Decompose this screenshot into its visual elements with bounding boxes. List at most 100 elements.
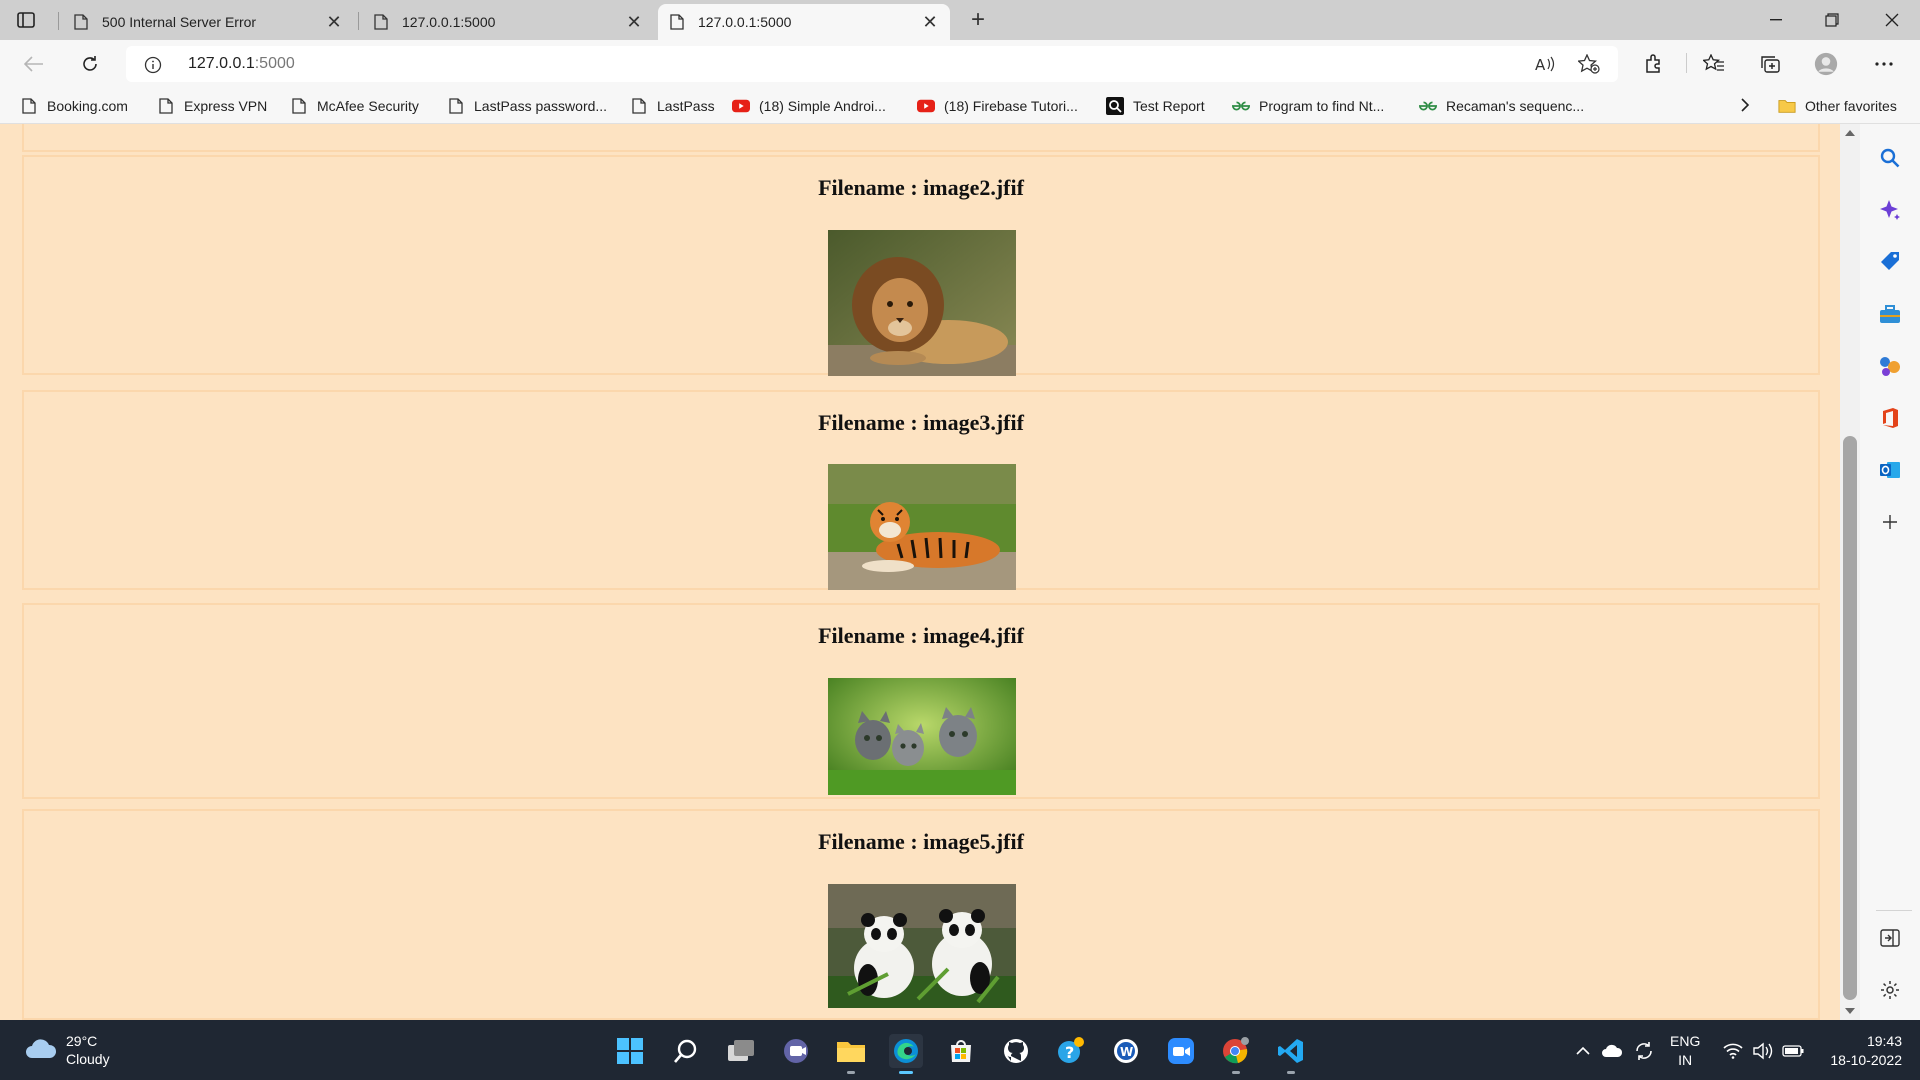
bookmark-booking[interactable]: Booking.com (20, 96, 128, 116)
tab-1[interactable]: 127.0.0.1:5000 ✕ (362, 4, 654, 40)
bookmark-lastpass-password[interactable]: LastPass password... (447, 96, 607, 116)
filename-heading: Filename : image2.jfif (818, 175, 1024, 200)
site-info-icon[interactable] (144, 56, 162, 74)
lion-image (828, 230, 1016, 376)
bookmark-label: Recaman's sequenc... (1446, 98, 1585, 114)
tools-briefcase-icon[interactable] (1878, 302, 1902, 326)
bookmark-label: Test Report (1133, 98, 1205, 114)
scroll-down-arrow[interactable] (1845, 1008, 1855, 1014)
previous-card (22, 124, 1820, 152)
hide-sidebar-icon[interactable] (1878, 926, 1902, 950)
tab-2[interactable]: 127.0.0.1:5000 ✕ (658, 4, 950, 40)
tiger-image (828, 464, 1016, 590)
favorites-icon[interactable] (1702, 52, 1726, 76)
word-app-icon[interactable]: W (1109, 1034, 1143, 1068)
battery-icon[interactable] (1782, 1040, 1804, 1062)
add-icon[interactable] (1878, 510, 1902, 534)
help-app-icon[interactable]: ? (1054, 1034, 1088, 1068)
games-icon[interactable] (1878, 354, 1902, 378)
minimize-icon[interactable] (1748, 0, 1804, 40)
office-icon[interactable] (1878, 406, 1902, 430)
language-code: ENG (1670, 1033, 1701, 1049)
page-icon (670, 14, 686, 30)
chevron-right-icon[interactable] (1735, 95, 1755, 115)
bookmark-recaman[interactable]: Recaman's sequenc... (1419, 96, 1584, 116)
other-favorites[interactable]: Other favorites (1778, 96, 1897, 116)
bookmark-label: (18) Firebase Tutori... (944, 98, 1078, 114)
scrollbar-thumb[interactable] (1843, 436, 1857, 1000)
extensions-icon[interactable] (1642, 52, 1666, 76)
bookmark-test-report[interactable]: Test Report (1106, 96, 1205, 116)
refresh-icon[interactable] (74, 48, 106, 80)
url-host: 127.0.0.1 (188, 55, 255, 72)
page-icon (374, 14, 390, 30)
image-card: Filename : image2.jfif (22, 155, 1820, 376)
settings-gear-icon[interactable] (1878, 978, 1902, 1002)
svg-text:A: A (1535, 56, 1546, 73)
wifi-icon[interactable] (1722, 1040, 1744, 1062)
bookmark-simple-android[interactable]: (18) Simple Androi... (732, 96, 886, 116)
page-icon (630, 97, 648, 115)
bookmark-firebase[interactable]: (18) Firebase Tutori... (917, 96, 1078, 116)
gfg-icon (1419, 97, 1437, 115)
github-icon[interactable] (999, 1034, 1033, 1068)
shopping-tag-icon[interactable] (1878, 250, 1902, 274)
search-report-icon (1106, 97, 1124, 115)
microsoft-store-icon[interactable] (944, 1034, 978, 1068)
windows-taskbar: 29°C Cloudy ? W ENG IN 19:43 18-10-2022 (0, 1020, 1920, 1080)
edge-sidebar (1860, 124, 1920, 1020)
profile-avatar[interactable] (1814, 52, 1838, 76)
image-card: Filename : image3.jfif (22, 390, 1820, 590)
close-tab-icon[interactable]: ✕ (620, 8, 648, 36)
edge-browser-icon[interactable] (889, 1034, 923, 1074)
bookmark-program-nth[interactable]: Program to find Nt... (1232, 96, 1384, 116)
start-windows-icon[interactable] (613, 1034, 647, 1068)
scroll-up-arrow[interactable] (1845, 130, 1855, 136)
bookmark-label: (18) Simple Androi... (759, 98, 886, 114)
teams-chat-icon[interactable] (779, 1034, 813, 1068)
outlook-icon[interactable] (1878, 458, 1902, 482)
back-icon[interactable] (18, 48, 50, 80)
tab-actions-icon[interactable] (14, 8, 38, 32)
read-aloud-icon[interactable]: A (1534, 53, 1556, 75)
vscode-icon[interactable] (1274, 1034, 1308, 1074)
address-bar[interactable]: 127.0.0.1:5000 A (126, 46, 1618, 82)
language-indicator[interactable]: ENG IN (1670, 1032, 1700, 1070)
task-view-icon[interactable] (724, 1034, 758, 1068)
system-clock[interactable]: 19:43 18-10-2022 (1822, 1032, 1902, 1070)
running-indicator (847, 1071, 855, 1074)
onedrive-cloud-icon[interactable] (1601, 1040, 1623, 1062)
tab-title: 127.0.0.1:5000 (698, 14, 792, 30)
add-favorite-icon[interactable] (1578, 53, 1600, 75)
chrome-icon[interactable] (1219, 1034, 1253, 1074)
file-explorer-icon[interactable] (834, 1034, 868, 1074)
browser-toolbar: 127.0.0.1:5000 A (0, 40, 1920, 88)
collections-icon[interactable] (1758, 52, 1782, 76)
tab-0[interactable]: 500 Internal Server Error ✕ (62, 4, 354, 40)
running-indicator (1232, 1071, 1240, 1074)
sidebar-separator (1876, 910, 1912, 911)
search-icon[interactable] (1878, 146, 1902, 170)
vertical-scrollbar[interactable] (1840, 124, 1860, 1020)
chevron-up-icon[interactable] (1572, 1040, 1594, 1062)
close-window-icon[interactable] (1864, 0, 1920, 40)
discover-sparkle-icon[interactable] (1878, 198, 1902, 222)
more-options-icon[interactable] (1872, 52, 1896, 76)
bookmark-mcafee[interactable]: McAfee Security (290, 96, 419, 116)
sync-icon[interactable] (1633, 1040, 1655, 1062)
volume-icon[interactable] (1752, 1040, 1774, 1062)
close-tab-icon[interactable]: ✕ (320, 8, 348, 36)
zoom-icon[interactable] (1164, 1034, 1198, 1068)
restore-icon[interactable] (1804, 0, 1860, 40)
kittens-image (828, 678, 1016, 795)
bookmark-label: Express VPN (184, 98, 268, 114)
bookmark-lastpass[interactable]: LastPass (630, 96, 715, 116)
toolbar-separator (1686, 53, 1687, 73)
search-icon[interactable] (669, 1034, 703, 1068)
url-text[interactable]: 127.0.0.1:5000 (188, 55, 295, 73)
close-tab-icon[interactable]: ✕ (916, 8, 944, 36)
tab-separator (358, 12, 359, 30)
new-tab-button[interactable]: + (964, 6, 992, 34)
bookmark-express-vpn[interactable]: Express VPN (157, 96, 267, 116)
weather-widget[interactable]: 29°C Cloudy (24, 1032, 110, 1068)
